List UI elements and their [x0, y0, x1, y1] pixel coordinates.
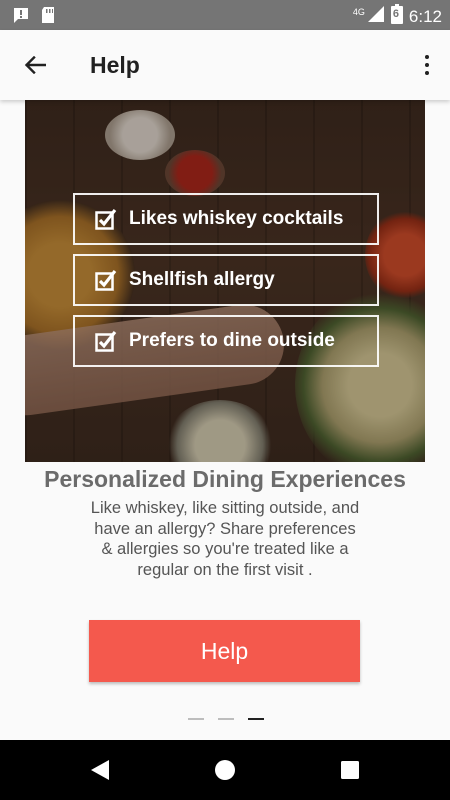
- signal-icon: [367, 5, 385, 28]
- nav-recents-button[interactable]: [338, 758, 362, 782]
- page-title: Help: [90, 52, 140, 78]
- checkbox-checked-icon: [95, 331, 117, 352]
- preference-chip: Prefers to dine outside: [73, 315, 379, 367]
- preference-chip: Shellfish allergy: [73, 254, 379, 306]
- page-indicator-dash-active[interactable]: [248, 718, 264, 720]
- page-indicator: [188, 718, 264, 720]
- feature-description: Like whiskey, like sitting outside, and …: [90, 499, 360, 579]
- preference-label: Shellfish allergy: [129, 269, 275, 290]
- status-bar: 4G 6 6:12: [0, 0, 450, 30]
- status-notifications: [12, 6, 56, 29]
- nav-home-button[interactable]: [213, 758, 237, 782]
- hero-image: Likes whiskey cocktails Shellfish allerg…: [25, 100, 425, 462]
- page-indicator-dash[interactable]: [218, 718, 234, 720]
- status-system: 4G 6 6:12: [353, 4, 442, 29]
- back-button[interactable]: [18, 50, 52, 80]
- preference-chip: Likes whiskey cocktails: [73, 193, 379, 245]
- feature-heading: Personalized Dining Experiences: [44, 466, 406, 492]
- checkbox-checked-icon: [95, 270, 117, 291]
- system-nav-bar: [0, 740, 450, 800]
- back-triangle-icon: [91, 760, 109, 780]
- home-circle-icon: [215, 760, 235, 780]
- battery-level: 6: [392, 8, 400, 20]
- recents-square-icon: [341, 761, 359, 779]
- help-screen: 4G 6 6:12 Help Likes whiskey cocktails S…: [0, 0, 450, 800]
- alert-icon: [12, 6, 30, 29]
- nav-back-button[interactable]: [88, 758, 112, 782]
- page-indicator-dash[interactable]: [188, 718, 204, 720]
- app-bar: Help: [0, 30, 450, 100]
- status-time: 6:12: [408, 6, 442, 26]
- network-label: 4G: [352, 6, 365, 17]
- back-arrow-icon: [24, 56, 46, 74]
- sd-card-icon: [40, 6, 56, 29]
- help-button[interactable]: Help: [89, 620, 360, 682]
- preference-label: Likes whiskey cocktails: [129, 208, 344, 229]
- more-vert-icon: [425, 55, 429, 59]
- checkbox-checked-icon: [95, 209, 117, 230]
- battery-icon: 6: [390, 4, 403, 29]
- overflow-menu-button[interactable]: [418, 50, 436, 80]
- preference-label: Prefers to dine outside: [129, 330, 335, 351]
